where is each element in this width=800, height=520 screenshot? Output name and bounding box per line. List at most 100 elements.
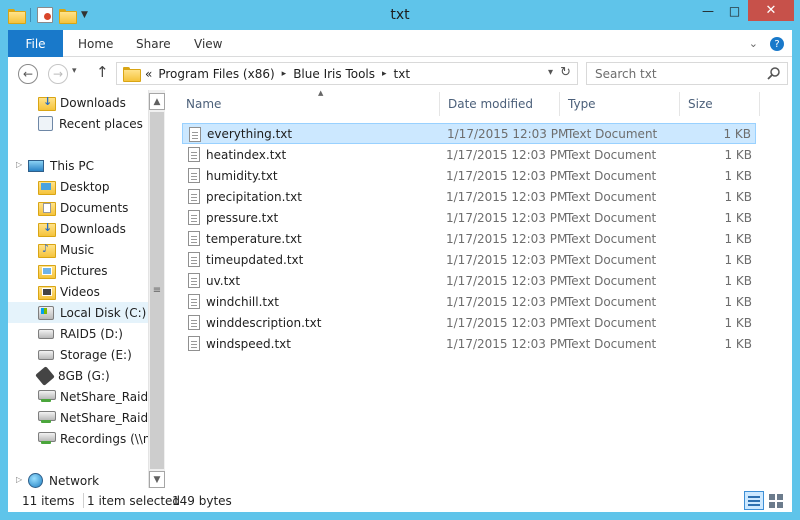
nav-item-8gb-g[interactable]: 8GB (G:) <box>8 365 148 386</box>
nav-item-this-pc[interactable]: This PC <box>8 155 148 176</box>
window-title: txt <box>390 7 410 23</box>
address-row: ← → ▾ ↑ « Program Files (x86) ▸ Blue Iri… <box>8 57 792 90</box>
nav-item-network[interactable]: Network <box>8 470 148 490</box>
nav-item-label: This PC <box>50 158 94 173</box>
minimize-button[interactable]: — <box>695 0 721 21</box>
nav-item-downloads[interactable]: Downloads <box>8 92 148 113</box>
nav-item-videos[interactable]: Videos <box>8 281 148 302</box>
file-row-timeupdated[interactable]: timeupdated.txt 1/17/2015 12:03 PM Text … <box>182 249 756 270</box>
text-document-icon <box>188 336 200 351</box>
nav-item-downloads-pc[interactable]: Downloads <box>8 218 148 239</box>
file-date: 1/17/2015 12:03 PM <box>446 273 568 288</box>
details-view-icon[interactable] <box>744 491 764 510</box>
file-size: 1 KB <box>724 336 752 351</box>
tab-view[interactable]: View <box>194 30 222 57</box>
nav-item-label: Local Disk (C:) <box>60 305 147 320</box>
file-row-precipitation[interactable]: precipitation.txt 1/17/2015 12:03 PM Tex… <box>182 186 756 207</box>
nav-item-local-disk-c[interactable]: Local Disk (C:) <box>8 302 148 323</box>
text-document-icon <box>189 127 201 142</box>
nav-item-recent-places[interactable]: Recent places <box>8 113 148 134</box>
maximize-button[interactable]: □ <box>721 0 748 21</box>
up-button[interactable]: ↑ <box>96 63 109 81</box>
nav-item-label: Pictures <box>60 263 108 278</box>
nav-pane-scrollbar[interactable]: ▲ ≡ ▼ <box>148 90 165 488</box>
file-list[interactable]: Name ▲ Date modified Type Size everythin… <box>166 89 792 490</box>
tab-share[interactable]: Share <box>136 30 171 57</box>
nav-item-raid5-d[interactable]: RAID5 (D:) <box>8 323 148 344</box>
nav-item-pictures[interactable]: Pictures <box>8 260 148 281</box>
breadcrumb-separator-icon[interactable]: ▸ <box>382 69 387 79</box>
nav-item-label: Documents <box>60 200 129 215</box>
nav-item-label: Recent places <box>59 116 143 131</box>
file-type: Text Document <box>566 273 657 288</box>
breadcrumb-separator-icon[interactable]: ▸ <box>282 69 287 79</box>
file-row-heatindex[interactable]: heatindex.txt 1/17/2015 12:03 PM Text Do… <box>182 144 756 165</box>
forward-button[interactable]: → <box>48 64 68 84</box>
nav-item-music[interactable]: Music <box>8 239 148 260</box>
file-row-uv[interactable]: uv.txt 1/17/2015 12:03 PM Text Document … <box>182 270 756 291</box>
file-name: uv.txt <box>206 273 241 288</box>
file-size: 1 KB <box>723 126 751 141</box>
nav-item-netshare-raid6[interactable]: NetShare_Raid6 ( <box>8 407 148 428</box>
recent-places-icon <box>38 116 53 131</box>
nav-item-recordings[interactable]: Recordings (\\na <box>8 428 148 449</box>
downloads-icon <box>38 221 56 237</box>
system-disk-icon <box>38 305 54 320</box>
file-size: 1 KB <box>724 231 752 246</box>
column-header-type[interactable]: Type <box>560 92 680 116</box>
file-type: Text Document <box>566 189 657 204</box>
nav-item-storage-e[interactable]: Storage (E:) <box>8 344 148 365</box>
column-header-size[interactable]: Size <box>680 92 760 116</box>
address-bar[interactable]: « Program Files (x86) ▸ Blue Iris Tools … <box>116 62 578 85</box>
file-row-everything[interactable]: everything.txt 1/17/2015 12:03 PM Text D… <box>182 123 756 144</box>
column-header-name[interactable]: Name ▲ <box>178 89 440 116</box>
refresh-icon[interactable]: ↻ <box>560 65 571 80</box>
recent-locations-button[interactable]: ▾ <box>72 66 77 76</box>
network-drive-icon <box>38 431 56 446</box>
file-date: 1/17/2015 12:03 PM <box>446 252 568 267</box>
content-area: Downloads Recent places ▷ This PC Deskto… <box>8 89 792 490</box>
close-button[interactable]: ✕ <box>748 0 794 21</box>
file-type: Text Document <box>566 210 657 225</box>
column-header-date-modified[interactable]: Date modified <box>440 92 560 116</box>
network-drive-icon <box>38 389 56 404</box>
tab-file[interactable]: File <box>8 30 63 57</box>
large-icons-view-icon[interactable] <box>766 491 786 510</box>
navigation-pane[interactable]: Downloads Recent places ▷ This PC Deskto… <box>8 90 166 490</box>
search-icon[interactable] <box>767 66 781 80</box>
nav-item-documents[interactable]: Documents <box>8 197 148 218</box>
breadcrumb-overflow[interactable]: « <box>145 67 152 81</box>
file-row-windchill[interactable]: windchill.txt 1/17/2015 12:03 PM Text Do… <box>182 291 756 312</box>
breadcrumb-txt[interactable]: txt <box>394 67 411 81</box>
file-row-humidity[interactable]: humidity.txt 1/17/2015 12:03 PM Text Doc… <box>182 165 756 186</box>
address-dropdown-icon[interactable]: ▾ <box>548 67 553 78</box>
nav-item-label: Downloads <box>60 221 126 236</box>
file-row-pressure[interactable]: pressure.txt 1/17/2015 12:03 PM Text Doc… <box>182 207 756 228</box>
text-document-icon <box>188 252 200 267</box>
file-row-temperature[interactable]: temperature.txt 1/17/2015 12:03 PM Text … <box>182 228 756 249</box>
help-icon[interactable]: ? <box>770 37 784 51</box>
nav-item-label: Storage (E:) <box>60 347 132 362</box>
back-button[interactable]: ← <box>18 64 38 84</box>
expand-ribbon-icon[interactable]: ⌄ <box>749 37 758 51</box>
search-input[interactable] <box>587 63 763 84</box>
tab-home[interactable]: Home <box>78 30 113 57</box>
nav-item-label: Music <box>60 242 95 257</box>
title-bar: ▼ txt — □ ✕ <box>0 0 800 30</box>
scroll-up-button[interactable]: ▲ <box>149 93 165 110</box>
nav-item-netshare-raid5[interactable]: NetShare_Raid5 ( <box>8 386 148 407</box>
file-name: temperature.txt <box>206 231 302 246</box>
file-row-windspeed[interactable]: windspeed.txt 1/17/2015 12:03 PM Text Do… <box>182 333 756 354</box>
scrollbar-thumb[interactable]: ≡ <box>150 112 164 469</box>
nav-item-label: Network <box>49 473 100 488</box>
nav-item-desktop[interactable]: Desktop <box>8 176 148 197</box>
search-box[interactable] <box>586 62 788 85</box>
file-row-winddescription[interactable]: winddescription.txt 1/17/2015 12:03 PM T… <box>182 312 756 333</box>
breadcrumb-program-files[interactable]: Program Files (x86) <box>158 67 274 81</box>
file-size: 1 KB <box>724 189 752 204</box>
file-type: Text Document <box>567 126 658 141</box>
file-date: 1/17/2015 12:03 PM <box>447 126 569 141</box>
selection-size: 149 bytes <box>172 494 232 508</box>
scroll-down-button[interactable]: ▼ <box>149 471 165 488</box>
breadcrumb-blue-iris-tools[interactable]: Blue Iris Tools <box>293 67 375 81</box>
